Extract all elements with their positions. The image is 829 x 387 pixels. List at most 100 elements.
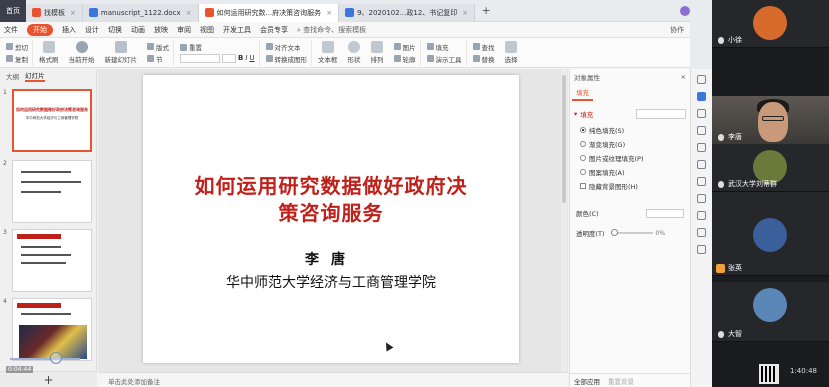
menu-insert[interactable]: 插入 bbox=[62, 25, 76, 35]
solid-fill-radio[interactable]: 纯色填充(S) bbox=[570, 123, 690, 137]
properties-icon[interactable] bbox=[697, 92, 706, 101]
notes-area[interactable]: 单击此处添加备注 bbox=[98, 372, 568, 387]
tab-home[interactable]: 首页 bbox=[0, 0, 26, 22]
menu-file[interactable]: 文件 bbox=[4, 25, 18, 35]
slide-title[interactable]: 如何运用研究数据做好政府决 策咨询服务 bbox=[143, 173, 519, 227]
replace-button[interactable]: 替换 bbox=[472, 54, 495, 64]
menu-animation[interactable]: 动画 bbox=[131, 25, 145, 35]
new-slide-button[interactable]: 新建幻灯片 bbox=[101, 41, 142, 64]
video-progress-knob[interactable] bbox=[50, 352, 62, 364]
convert-smartart-button[interactable]: 转换成图形 bbox=[265, 54, 307, 64]
menu-view[interactable]: 视图 bbox=[200, 25, 214, 35]
participant-card[interactable]: 大智 bbox=[712, 282, 829, 342]
fill-button[interactable]: 填充 bbox=[426, 42, 462, 52]
reset-background-button[interactable]: 重置背景 bbox=[608, 376, 634, 386]
picture-button[interactable]: 图片 bbox=[393, 42, 416, 52]
arrow-icon[interactable] bbox=[697, 75, 706, 84]
new-tab-button[interactable]: + bbox=[479, 4, 493, 17]
participant-card[interactable]: 小徐 bbox=[712, 0, 829, 48]
copy-button[interactable]: 复制 bbox=[6, 54, 28, 64]
command-search[interactable]: ⌕ 查找命令、搜索模板 bbox=[297, 25, 366, 35]
slide-author[interactable]: 李唐 bbox=[143, 249, 519, 269]
close-icon[interactable]: × bbox=[462, 9, 468, 17]
arrange-button[interactable]: 排列 bbox=[367, 41, 388, 64]
slide-thumbnail[interactable]: 如何运用研究数据做好政府决策咨询服务 华中师范大学经济与工商管理学院 bbox=[12, 89, 92, 152]
tab-fill[interactable]: 填充 bbox=[572, 85, 593, 101]
select-button[interactable]: 选择 bbox=[501, 41, 522, 64]
add-slide-button[interactable]: + bbox=[0, 371, 97, 387]
vertical-scrollbar[interactable] bbox=[561, 69, 567, 372]
color-dropdown[interactable] bbox=[646, 208, 684, 218]
history-icon[interactable] bbox=[697, 194, 706, 203]
tab-templates[interactable]: 找模板 × bbox=[26, 3, 83, 22]
outline-button[interactable]: 轮廓 bbox=[393, 54, 416, 64]
gradient-fill-radio[interactable]: 渐变填充(G) bbox=[570, 137, 690, 151]
menu-slideshow[interactable]: 放映 bbox=[154, 25, 168, 35]
hide-background-checkbox[interactable]: 隐藏背景图形(H) bbox=[570, 179, 690, 193]
user-avatar[interactable] bbox=[680, 5, 690, 16]
menu-transition[interactable]: 切换 bbox=[108, 25, 122, 35]
cut-button[interactable]: 剪切 bbox=[6, 42, 28, 52]
shape-button[interactable]: 形状 bbox=[344, 41, 365, 64]
layers-icon[interactable] bbox=[697, 177, 706, 186]
animation-icon[interactable] bbox=[697, 126, 706, 135]
layout-label: 版式 bbox=[156, 43, 169, 52]
tab-document[interactable]: 9、2020102...政12、书记复印 × bbox=[339, 3, 476, 22]
qr-code-icon[interactable] bbox=[759, 364, 779, 384]
find-button[interactable]: 查找 bbox=[472, 42, 495, 52]
tab-outline[interactable]: 大纲 bbox=[6, 71, 19, 81]
menu-developer[interactable]: 开发工具 bbox=[223, 25, 251, 35]
bold-button[interactable]: B bbox=[238, 54, 243, 63]
close-icon[interactable]: × bbox=[681, 73, 686, 81]
layout-button[interactable]: 版式 bbox=[147, 42, 169, 52]
picture-fill-radio[interactable]: 图片或纹理填充(P) bbox=[570, 151, 690, 165]
close-icon[interactable]: × bbox=[326, 9, 332, 17]
settings-icon[interactable] bbox=[697, 211, 706, 220]
format-painter-button[interactable]: 格式刷 bbox=[35, 41, 63, 64]
font-family-select[interactable] bbox=[180, 54, 220, 63]
slide-thumbnail[interactable] bbox=[12, 229, 92, 292]
scrollbar-thumb[interactable] bbox=[562, 75, 566, 203]
reset-button[interactable]: 重置 bbox=[180, 42, 255, 52]
share-icon[interactable] bbox=[697, 228, 706, 237]
edit-group: 查找 替换 bbox=[469, 40, 499, 66]
pattern-fill-radio[interactable]: 图案填充(A) bbox=[570, 165, 690, 179]
slide-thumbnail[interactable] bbox=[12, 160, 92, 223]
fill-dropdown[interactable] bbox=[636, 109, 686, 119]
align-text-button[interactable]: 对齐文本 bbox=[265, 42, 308, 52]
collaborate-button[interactable]: 协作 bbox=[670, 25, 684, 35]
transparency-slider[interactable] bbox=[610, 229, 653, 236]
format-icon[interactable] bbox=[697, 160, 706, 169]
participant-card[interactable]: 武汉大学刘蒂群 bbox=[712, 144, 829, 192]
play-from-current-button[interactable]: 当前开始 bbox=[65, 41, 99, 64]
slide-institution[interactable]: 华中师范大学经济与工商管理学院 bbox=[143, 272, 519, 292]
tab-bar: 首页 找模板 × manuscript_1122.docx × 如何运用研究数...… bbox=[0, 0, 712, 22]
section-button[interactable]: 节 bbox=[147, 54, 169, 64]
slider-knob[interactable] bbox=[610, 229, 618, 236]
textbox-button[interactable]: 文本框 bbox=[314, 41, 342, 64]
current-slide[interactable]: 如何运用研究数据做好政府决 策咨询服务 李唐 华中师范大学经济与工商管理学院 bbox=[143, 75, 519, 363]
underline-button[interactable]: U bbox=[249, 54, 254, 63]
menu-start[interactable]: 开始 bbox=[27, 23, 53, 36]
tab-manuscript[interactable]: manuscript_1122.docx × bbox=[82, 3, 199, 22]
menu-design[interactable]: 设计 bbox=[85, 25, 99, 35]
apply-all-button[interactable]: 全部应用 bbox=[574, 376, 600, 386]
help-icon[interactable] bbox=[697, 245, 706, 254]
close-icon[interactable]: × bbox=[70, 9, 76, 17]
tab-presentation[interactable]: 如何运用研究数...府决策咨询服务 × bbox=[198, 3, 340, 22]
presenter-tools-button[interactable]: 演示工具 bbox=[426, 54, 462, 64]
menu-member[interactable]: 会员专享 bbox=[260, 25, 288, 35]
italic-button[interactable]: I bbox=[245, 54, 247, 63]
slide-thumbnail[interactable] bbox=[12, 298, 92, 361]
transition-icon[interactable] bbox=[697, 143, 706, 152]
tab-slides[interactable]: 幻灯片 bbox=[25, 70, 45, 82]
close-icon[interactable]: × bbox=[186, 9, 192, 17]
fill-section-header[interactable]: ▾ 填充 bbox=[570, 101, 690, 123]
menu-review[interactable]: 审阅 bbox=[177, 25, 191, 35]
participant-card[interactable]: 张英 bbox=[712, 192, 829, 276]
side-toolbar bbox=[690, 69, 712, 387]
design-icon[interactable] bbox=[697, 109, 706, 118]
slide-panel: 大纲 幻灯片 1 如何运用研究数据做好政府决策咨询服务 华中师范大学经济与工商管… bbox=[0, 69, 97, 387]
font-size-select[interactable] bbox=[222, 54, 236, 63]
video-progress-bar[interactable] bbox=[10, 358, 80, 360]
